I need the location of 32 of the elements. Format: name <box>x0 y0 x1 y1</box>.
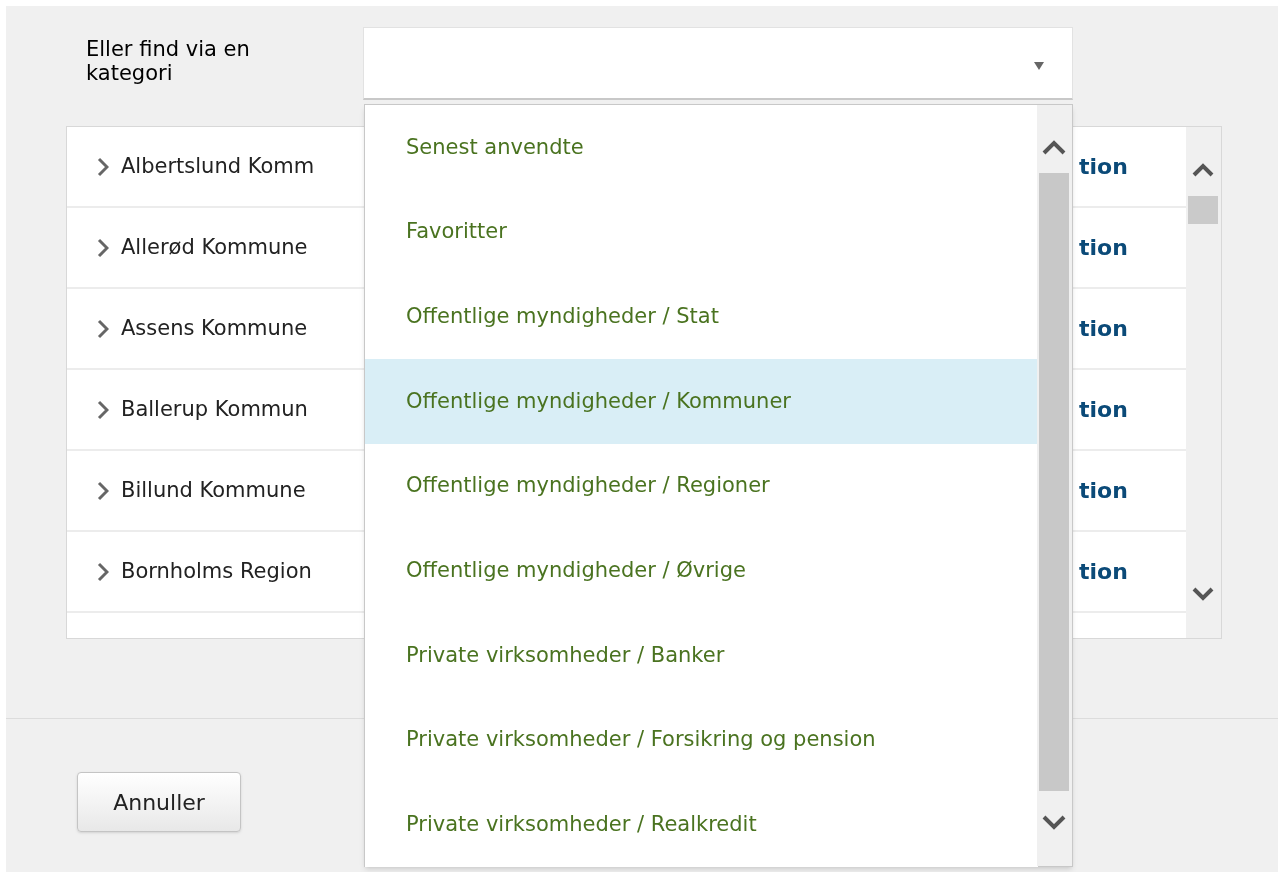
row-link[interactable]: tion <box>1079 150 1128 183</box>
row-name: Bornholms Region <box>121 557 312 585</box>
scrollbar[interactable] <box>1037 105 1072 866</box>
row-name: Albertslund Komm <box>121 152 315 180</box>
scroll-up-icon[interactable] <box>1042 139 1066 155</box>
row-link[interactable]: tion <box>1079 312 1128 345</box>
scrollbar[interactable] <box>1186 127 1221 638</box>
scrollbar-thumb[interactable] <box>1039 173 1069 791</box>
chevron-right-icon[interactable] <box>97 561 109 582</box>
chevron-right-icon[interactable] <box>97 480 109 501</box>
row-link[interactable]: tion <box>1079 474 1128 507</box>
scroll-up-icon[interactable] <box>1192 163 1214 177</box>
row-name: Assens Kommune <box>121 314 308 342</box>
scroll-down-icon[interactable] <box>1042 815 1066 831</box>
scrollbar-thumb[interactable] <box>1188 196 1218 224</box>
chevron-right-icon[interactable] <box>97 156 109 177</box>
row-name: Allerød Kommune <box>121 233 308 261</box>
cancel-button[interactable]: Annuller <box>77 772 241 832</box>
chevron-right-icon[interactable] <box>97 237 109 258</box>
chevron-right-icon[interactable] <box>97 399 109 420</box>
category-label: Eller find via en kategori <box>86 37 251 85</box>
dropdown-option[interactable]: Senest anvendte <box>365 105 1038 190</box>
scroll-down-icon[interactable] <box>1192 587 1214 601</box>
chevron-right-icon[interactable] <box>97 318 109 339</box>
row-name: Ballerup Kommun <box>121 395 308 423</box>
row-link[interactable]: tion <box>1079 555 1128 588</box>
dropdown-option[interactable]: Private virksomheder / Realkredit <box>365 782 1038 868</box>
row-link[interactable]: tion <box>1079 393 1128 426</box>
row-link[interactable]: tion <box>1079 231 1128 264</box>
dropdown-arrow-icon <box>1034 62 1044 70</box>
dropdown-option[interactable]: Offentlige myndigheder / Kommuner <box>365 359 1038 444</box>
row-name: Billund Kommune <box>121 476 306 504</box>
